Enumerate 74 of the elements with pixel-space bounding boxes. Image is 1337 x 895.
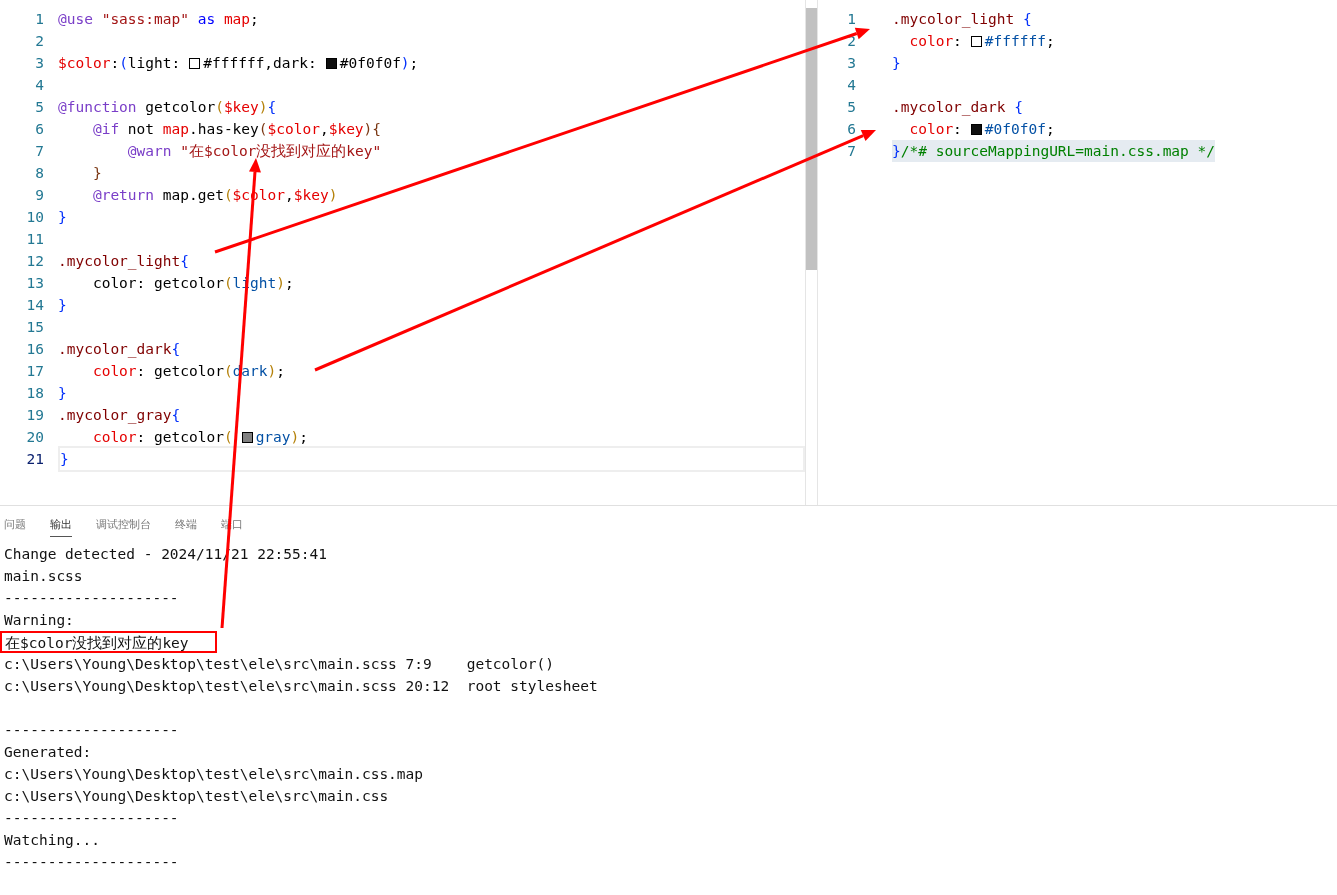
code-text: color: — [908, 33, 962, 49]
line-number: 11 — [25, 231, 44, 247]
line-number: 17 — [25, 363, 44, 379]
code-text: color: getcolor( — [91, 429, 233, 445]
output-line: -------------------- — [4, 853, 180, 872]
code-text: @if not map.has-key($color,$key){ — [91, 121, 382, 137]
code-text: .mycolor_dark { — [892, 99, 1023, 115]
output-line: c:\Users\Young\Desktop\test\ele\src\main.scss 20:12 root stylesheet — [4, 677, 599, 696]
line-number: 13 — [25, 275, 44, 291]
output-line: Watching... — [4, 831, 102, 850]
code-text: @function getcolor($key){ — [58, 99, 277, 115]
code-text: } — [58, 297, 67, 313]
line-number: 16 — [25, 341, 44, 357]
output-line: c:\Users\Young\Desktop\test\ele\src\main.css.map — [4, 765, 425, 784]
code-text: } — [91, 165, 102, 181]
line-number: 7 — [846, 143, 856, 159]
output-line: -------------------- — [4, 721, 180, 740]
code-text: .mycolor_dark{ — [58, 341, 181, 357]
color-swatch-icon[interactable] — [325, 57, 337, 69]
line-number: 21 — [25, 451, 44, 467]
color-swatch-icon[interactable] — [241, 431, 253, 443]
line-number: 8 — [34, 165, 44, 181]
output-line: Warning: — [4, 611, 75, 630]
code-text: .mycolor_gray{ — [58, 407, 181, 423]
code-text: @use "sass:map" as map; — [58, 11, 259, 27]
color-swatch-icon[interactable] — [970, 35, 982, 47]
code-text: } — [58, 385, 67, 401]
code-text: } — [60, 451, 69, 467]
code-text: color: — [908, 121, 962, 137]
line-number: 3 — [34, 55, 44, 71]
line-number: 1 — [34, 11, 44, 27]
output-line: -------------------- — [4, 809, 180, 828]
output-line: c:\Users\Young\Desktop\test\ele\src\main.scss 7:9 getcolor() — [4, 655, 555, 674]
code-text: #0f0f0f; — [984, 121, 1055, 137]
code-text: .mycolor_light{ — [58, 253, 189, 269]
panel-tab[interactable]: 输出 — [50, 514, 72, 537]
line-number: 12 — [25, 253, 44, 269]
output-line: -------------------- — [4, 589, 180, 608]
code-text: @warn "在$color没找到对应的key" — [126, 141, 382, 161]
line-number: 5 — [34, 99, 44, 115]
line-number: 3 — [846, 55, 856, 71]
line-number: 19 — [25, 407, 44, 423]
code-text: } — [58, 209, 67, 225]
scrollbar-thumb[interactable] — [806, 8, 817, 270]
code-text: #ffffff; — [984, 33, 1055, 49]
line-number: 10 — [25, 209, 44, 225]
code-text: gray); — [255, 429, 308, 445]
panel-tab[interactable]: 问题 — [4, 514, 26, 537]
line-number: 6 — [846, 121, 856, 137]
panel-tab[interactable]: 调试控制台 — [96, 514, 151, 537]
color-swatch-icon[interactable] — [970, 123, 982, 135]
line-number: 4 — [846, 77, 856, 93]
color-swatch-icon[interactable] — [189, 57, 201, 69]
line-number: 7 — [34, 143, 44, 159]
line-number: 1 — [846, 11, 856, 27]
line-number: 15 — [25, 319, 44, 335]
line-number: 6 — [34, 121, 44, 137]
line-number: 5 — [846, 99, 856, 115]
line-number: 14 — [25, 297, 44, 313]
panel-tab[interactable]: 终端 — [175, 514, 197, 537]
code-text: } — [892, 55, 901, 71]
line-number: 20 — [25, 429, 44, 445]
code-text: #0f0f0f); — [339, 55, 419, 71]
output-line: main.scss — [4, 567, 84, 586]
line-number: 9 — [34, 187, 44, 203]
line-number: 18 — [25, 385, 44, 401]
line-number: 2 — [34, 33, 44, 49]
output-line: Generated: — [4, 743, 93, 762]
code-text: }/*# sourceMappingURL=main.css.map */ — [892, 143, 1215, 159]
output-line: c:\Users\Young\Desktop\test\ele\src\main.css — [4, 787, 390, 806]
line-number: 4 — [34, 77, 44, 93]
code-text: .mycolor_light { — [892, 11, 1032, 27]
code-text: $color:(light: — [58, 55, 181, 71]
code-text: #ffffff,dark: — [203, 55, 317, 71]
